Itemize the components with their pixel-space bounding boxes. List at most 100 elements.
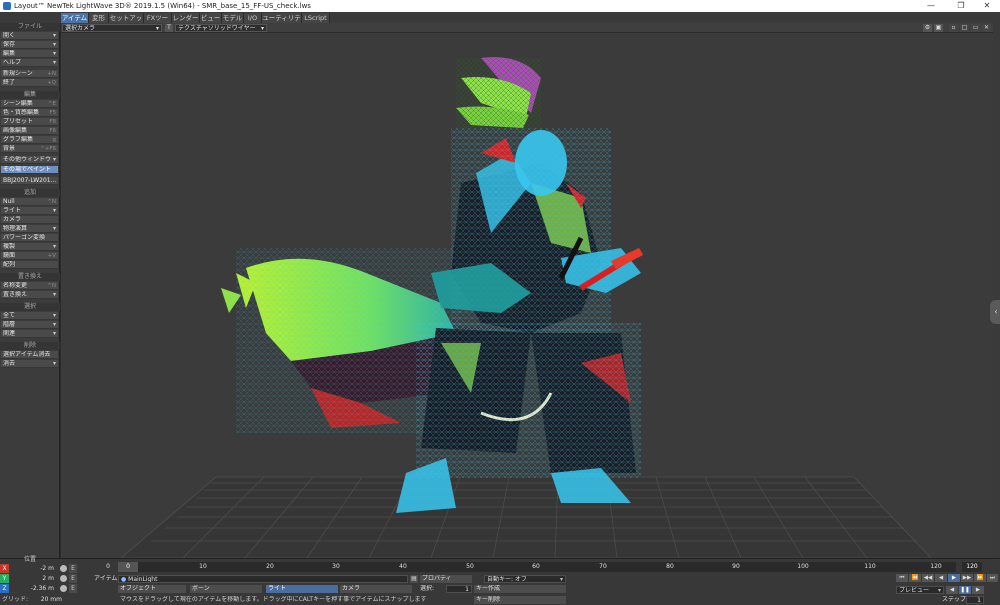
sidebar-item-help[interactable]: ヘルプ ▾ [1, 59, 58, 67]
sidebar-item-presets[interactable]: プリセット F8 [1, 118, 58, 126]
e-button-x[interactable]: E [69, 564, 77, 573]
step-back-icon[interactable]: ◀ [946, 586, 958, 594]
gear-icon[interactable]: ⚙ [923, 24, 932, 32]
axis-x-value[interactable]: -2 m [10, 564, 54, 573]
sidebar-item-clone[interactable]: 複製 ▾ [1, 243, 58, 251]
axis-z-value[interactable]: -2.36 m [10, 584, 54, 593]
tab-io[interactable]: I/O [244, 13, 262, 23]
bone-mode-button[interactable]: ボーン [190, 585, 262, 593]
tab-utilities[interactable]: ユーティリティ [262, 13, 302, 32]
go-to-end-icon[interactable]: ⏭ [987, 574, 998, 582]
sidebar-item-clear-selected[interactable]: 選択アイテム消去 [1, 351, 58, 359]
tab-fx-tools[interactable]: FXツール [144, 13, 172, 32]
sidebar-item-powergon[interactable]: パワーゴン変換 [1, 234, 58, 242]
viewport-restore-icon[interactable]: ▭ [971, 24, 980, 32]
go-to-start-icon[interactable]: ⏮ [896, 574, 908, 582]
maximize-icon[interactable]: ❐ [950, 0, 972, 12]
sidebar-item-open[interactable]: 開く ▾ [1, 32, 58, 40]
step-forward-icon[interactable]: ▶▶ [961, 574, 973, 582]
shading-mode-select[interactable]: テクスチャソリッドワイヤー ▾ [175, 24, 267, 32]
sidebar-item-clear[interactable]: 消去 ▾ [1, 360, 58, 368]
sidebar-item-backdrop[interactable]: 背景 ^+F6 [1, 145, 58, 153]
tick-label: 60 [532, 563, 540, 570]
sidebar-item-other-windows[interactable]: その他ウィンドウ ▾ [1, 156, 58, 164]
preview-select[interactable]: プレビュー ▾ [896, 586, 944, 594]
ground-grid [120, 476, 932, 558]
chevron-down-icon: ▾ [52, 243, 56, 250]
sidebar-item-bbj-plugin[interactable]: BBJ2007-LW201... [1, 177, 58, 185]
minimize-icon[interactable]: — [920, 0, 942, 12]
sidebar-item-scene-editor[interactable]: シーン編集 ^E [1, 100, 58, 108]
item-options-icon[interactable]: ▤ [410, 575, 418, 583]
sidebar-item-null[interactable]: Null ^N [1, 198, 58, 206]
prev-key-icon[interactable]: ⏪ [909, 574, 921, 582]
axis-y-value[interactable]: 2 m [10, 574, 54, 583]
current-frame-marker[interactable]: 0 [118, 562, 138, 572]
tab-view[interactable]: ビュー [200, 13, 222, 23]
properties-button[interactable]: プロパティ [420, 575, 472, 583]
e-button-y[interactable]: E [69, 574, 77, 583]
tab-setup[interactable]: セットアップ [109, 13, 144, 32]
viewport-right-edge [993, 23, 1000, 558]
timeline-scrubber[interactable]: 0 10 20 30 40 50 60 70 80 90 100 110 120 [106, 562, 956, 572]
sidebar-item-quit[interactable]: 終了 +Q [1, 79, 58, 87]
auto-key-select[interactable]: 自動キー: オフ ▾ [484, 575, 566, 583]
sidebar-item-label: 画像編集 [3, 127, 28, 134]
sidebar-item-array[interactable]: 配列 [1, 261, 58, 269]
sidebar-item-light[interactable]: ライト ▾ [1, 207, 58, 215]
shortcut-hint: +Q [47, 80, 56, 86]
light-mode-button[interactable]: ライト [266, 585, 338, 593]
sidebar-item-camera[interactable]: カメラ [1, 216, 58, 224]
step-value[interactable]: 1 [966, 596, 984, 604]
current-item-select[interactable]: ● MainLight [118, 575, 408, 583]
viewport-close-icon[interactable]: ✕ [982, 24, 991, 32]
step-back-icon[interactable]: ◀◀ [922, 574, 934, 582]
close-icon[interactable]: ✕ [976, 0, 998, 12]
create-key-button[interactable]: キー作成 [474, 585, 566, 593]
sidebar-item-save[interactable]: 保存 ▾ [1, 41, 58, 49]
next-key-icon[interactable]: ⏩ [974, 574, 986, 582]
sidebar-item-dynamics[interactable]: 物理演算 ▾ [1, 225, 58, 233]
eye-icon[interactable] [60, 585, 67, 592]
sidebar-item-rename[interactable]: 名称変更 ^N [1, 282, 58, 290]
camera-mode-button[interactable]: カメラ [340, 585, 412, 593]
sidebar-item-surface-editor[interactable]: 色・質感編集 F5 [1, 109, 58, 117]
sidebar-item-paint-in-place[interactable]: その場でペイント [1, 166, 58, 174]
eye-icon[interactable] [60, 565, 67, 572]
grid-value[interactable]: 20 mm [30, 595, 62, 604]
display-options-icon[interactable]: ▣ [934, 24, 943, 32]
sidebar-item-select-all[interactable]: 全て ▾ [1, 312, 58, 320]
timeline-end-field[interactable]: 120 [962, 562, 982, 572]
tab-modify[interactable]: 変形 [89, 13, 109, 23]
sidebar-item-related[interactable]: 関連 ▾ [1, 330, 58, 338]
delete-key-button[interactable]: キー削除 [474, 596, 566, 604]
object-mode-button[interactable]: オブジェクト [118, 585, 186, 593]
viewport-max-icon[interactable]: □ [960, 24, 969, 32]
viewport-header: 選択カメラ ▾ T テクスチャソリッドワイヤー ▾ ⚙ ▣ ▫ □ ▭ ✕ [61, 23, 993, 33]
play-icon[interactable]: ▶ [948, 574, 960, 582]
collapse-panel-tab[interactable]: ‹ [990, 300, 1000, 324]
3d-viewport[interactable]: 選択カメラ ▾ T テクスチャソリッドワイヤー ▾ ⚙ ▣ ▫ □ ▭ ✕ [61, 23, 993, 558]
eye-icon[interactable] [60, 575, 67, 582]
tab-item[interactable]: アイテム [61, 13, 89, 23]
tab-lscript[interactable]: LScript [302, 13, 330, 23]
step-forward-icon[interactable]: ▶ [972, 586, 984, 594]
sidebar-item-new-scene[interactable]: 新規シーン +N [1, 70, 58, 78]
sidebar-item-replace[interactable]: 置き換え ▾ [1, 291, 58, 299]
viewport-min-icon[interactable]: ▫ [949, 24, 958, 32]
tab-model[interactable]: モデル [222, 13, 244, 23]
camera-view-select[interactable]: 選択カメラ ▾ [62, 24, 162, 32]
e-button-z[interactable]: E [69, 584, 77, 593]
viewport-type-icon[interactable]: T [165, 24, 173, 32]
pause-icon[interactable]: ❚❚ [959, 586, 971, 594]
sidebar-item-hierarchy[interactable]: 階層 ▾ [1, 321, 58, 329]
sidebar-item-edit-menu[interactable]: 編集 ▾ [1, 50, 58, 58]
sidebar-item-mirror[interactable]: 鏡面 +V [1, 252, 58, 260]
tab-render[interactable]: レンダー [172, 13, 200, 23]
sidebar-item-image-editor[interactable]: 画像編集 F6 [1, 127, 58, 135]
axis-row-y: Y 2 m [0, 574, 60, 583]
play-reverse-icon[interactable]: ◀ [935, 574, 947, 582]
scene-render [120, 57, 932, 558]
sidebar-item-graph-editor[interactable]: グラフ編集 g [1, 136, 58, 144]
tick-label: 70 [599, 563, 607, 570]
